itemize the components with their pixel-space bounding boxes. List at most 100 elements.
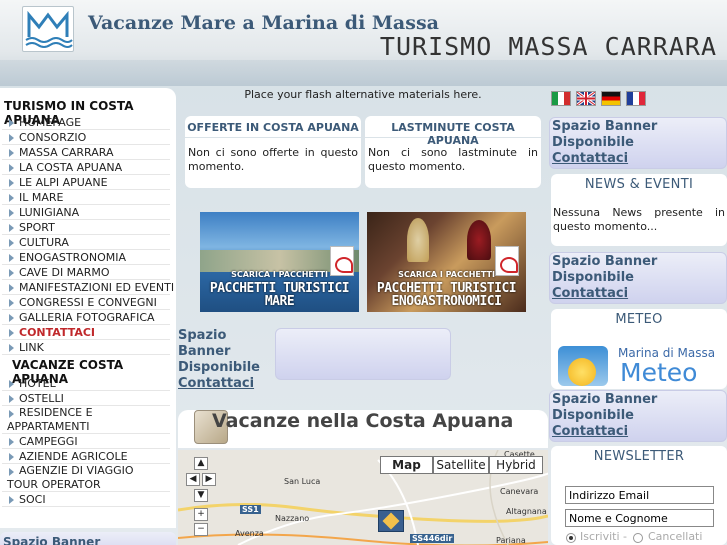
right-banner-3[interactable]: Spazio Banner Disponibile Contattaci [549, 390, 727, 442]
meteo-widget[interactable]: Marina di Massa Meteo [558, 346, 720, 387]
radio-separator: - [623, 530, 627, 543]
lastminute-box: LASTMINUTE COSTA APUANA Non ci sono last… [365, 116, 541, 188]
menu-item-enogastronomia[interactable]: ENOGASTRONOMIA [2, 250, 170, 265]
menu-item-campeggi[interactable]: CAMPEGGI [2, 434, 170, 449]
subscribe-radio[interactable] [566, 533, 576, 543]
right-banner-1[interactable]: Spazio Banner Disponibile Contattaci [549, 117, 727, 169]
left-sidebar: TURISMO IN COSTA APUANA HOMEPAGE CONSORZ… [0, 88, 176, 528]
menu-item-manifestazioni[interactable]: MANIFESTAZIONI ED EVENTI [2, 280, 174, 295]
newsletter-email-input[interactable] [565, 486, 714, 504]
marker-house-icon [382, 512, 400, 530]
promo-mare-caption: SCARICA I PACCHETTI [231, 270, 328, 279]
flag-german-icon[interactable] [601, 91, 621, 106]
menu-item-cave-di-marmo[interactable]: CAVE DI MARMO [2, 265, 170, 280]
map-zoom-out-icon[interactable]: − [194, 523, 208, 536]
center-banner-line1: Spazio Banner [178, 328, 231, 359]
lastminute-title[interactable]: LASTMINUTE COSTA APUANA [365, 116, 541, 147]
menu-item-alpi-apuane[interactable]: LE ALPI APUANE [2, 175, 170, 190]
promo-eno-title: PACCHETTI TURISTICI ENOGASTRONOMICI [367, 282, 526, 308]
newsletter-title: NEWSLETTER [593, 449, 685, 464]
left-banner[interactable]: Spazio Banner [0, 532, 176, 545]
offers-title[interactable]: OFFERTE IN COSTA APUANA [185, 116, 361, 138]
right-banner-2-contact-link[interactable]: Contattaci [552, 286, 724, 302]
menu-section-title-vacanze: VACANZE COSTA APUANA [12, 358, 124, 386]
flash-note: Place your flash alternative materials h… [244, 88, 482, 101]
menu-item-il-mare[interactable]: IL MARE [2, 190, 170, 205]
menu-item-galleria[interactable]: GALLERIA FOTOGRAFICA [2, 310, 170, 325]
news-text: Nessuna News presente in questo momento.… [553, 206, 725, 233]
meteo-title: METEO [615, 312, 663, 327]
center-banner-line2: Disponibile [178, 360, 260, 375]
map-type-map-button[interactable]: Map [380, 456, 433, 474]
vacanze-title: Vacanze nella Costa Apuana [212, 410, 514, 432]
offers-text: Non ci sono offerte in questo momento. [188, 146, 358, 173]
map-zoom-in-icon[interactable]: + [194, 508, 208, 521]
center-banner-contact-link[interactable]: Contattaci [178, 376, 276, 392]
map-pan-right-icon[interactable]: ▶ [202, 473, 216, 486]
menu-item-lunigiana[interactable]: LUNIGIANA [2, 205, 170, 220]
meteo-word: Meteo [620, 358, 698, 387]
map-label-canevara: Canevara [500, 487, 539, 496]
menu-item-costa-apuana[interactable]: LA COSTA APUANA [2, 160, 170, 175]
road-shield-ss1: SS1 [240, 505, 261, 514]
map-type-hybrid-button[interactable]: Hybrid [489, 456, 543, 474]
offers-box: OFFERTE IN COSTA APUANA Non ci sono offe… [185, 116, 361, 188]
promo-eno-caption: SCARICA I PACCHETTI [398, 270, 495, 279]
map-marker-icon[interactable] [378, 510, 404, 532]
map-label-avenza: Avenza [235, 529, 264, 538]
center-banner-box[interactable] [275, 328, 451, 380]
menu-item-contattaci[interactable]: CONTATTACI [2, 325, 170, 340]
road-shield-ss446dir: SS446dir [410, 534, 455, 543]
news-title[interactable]: NEWS & EVENTI [551, 174, 727, 192]
map-label-altagnana: Altagnana [506, 507, 547, 516]
newsletter-name-input[interactable] [565, 509, 714, 527]
unsubscribe-label: Cancellati [648, 530, 703, 543]
right-banner-3-line1: Spazio Banner [552, 392, 658, 407]
right-banner-3-contact-link[interactable]: Contattaci [552, 424, 724, 440]
promo-eno-title-line2: ENOGASTRONOMICI [391, 294, 502, 309]
menu-item-consorzio[interactable]: CONSORZIO [2, 130, 170, 145]
menu-item-residence-line1: RESIDENCE E [19, 406, 93, 419]
site-logo[interactable] [22, 6, 74, 52]
menu-item-massa-carrara[interactable]: MASSA CARRARA [2, 145, 170, 160]
menu-item-hotel[interactable]: HOTEL [2, 376, 170, 391]
logo-icon [25, 10, 73, 48]
unsubscribe-radio[interactable] [633, 533, 643, 543]
right-banner-3-line2: Disponibile [552, 408, 634, 423]
menu-item-agenzie-line2: TOUR OPERATOR [7, 478, 101, 491]
menu-item-residence[interactable]: RESIDENCE E APPARTAMENTI [2, 406, 170, 434]
menu-item-homepage[interactable]: HOMEPAGE [2, 115, 170, 130]
site-title: Vacanze Mare a Marina di Massa [88, 12, 439, 34]
promo-mare-title-line2: MARE [264, 294, 295, 309]
map-pan-left-icon[interactable]: ◀ [186, 473, 200, 486]
right-banner-2-line1: Spazio Banner [552, 254, 658, 269]
flag-french-icon[interactable] [626, 91, 646, 106]
right-banner-2-line2: Disponibile [552, 270, 634, 285]
menu-item-agenzie[interactable]: AGENZIE DI VIAGGIO TOUR OPERATOR [2, 464, 170, 492]
right-banner-2[interactable]: Spazio Banner Disponibile Contattaci [549, 252, 727, 304]
menu-item-soci[interactable]: SOCI [2, 492, 170, 507]
right-banner-1-contact-link[interactable]: Contattaci [552, 151, 724, 167]
menu-item-ostelli[interactable]: OSTELLI [2, 391, 170, 406]
promo-enogastronomia[interactable]: SCARICA I PACCHETTI PACCHETTI TURISTICI … [367, 212, 526, 312]
red-wine-glass-icon [467, 220, 491, 260]
map-label-san-luca: San Luca [284, 477, 321, 486]
map-type-satellite-button[interactable]: Satellite [433, 456, 489, 474]
flag-english-icon[interactable] [576, 90, 596, 107]
promo-mare[interactable]: SCARICA I PACCHETTI PACCHETTI TURISTICI … [200, 212, 359, 312]
right-banner-1-line1: Spazio Banner [552, 119, 658, 134]
flag-italian-icon[interactable] [551, 91, 571, 106]
union-jack-icon [576, 90, 596, 107]
map-label-nazzano: Nazzano [275, 514, 310, 523]
news-box: NEWS & EVENTI Nessuna News presente in q… [551, 174, 727, 246]
center-banner-text: Spazio Banner Disponibile Contattaci [178, 328, 276, 392]
map-pan-down-icon[interactable]: ▼ [194, 489, 208, 502]
weather-sun-icon [558, 346, 608, 386]
menu-item-congressi[interactable]: CONGRESSI E CONVEGNI [2, 295, 170, 310]
map-pan-up-icon[interactable]: ▲ [194, 457, 208, 470]
menu-section-title: TURISMO IN COSTA APUANA [4, 99, 134, 127]
menu-item-aziende-agricole[interactable]: AZIENDE AGRICOLE [2, 449, 170, 464]
menu-item-cultura[interactable]: CULTURA [2, 235, 170, 250]
menu-item-sport[interactable]: SPORT [2, 220, 170, 235]
menu-item-link[interactable]: LINK [2, 340, 170, 355]
